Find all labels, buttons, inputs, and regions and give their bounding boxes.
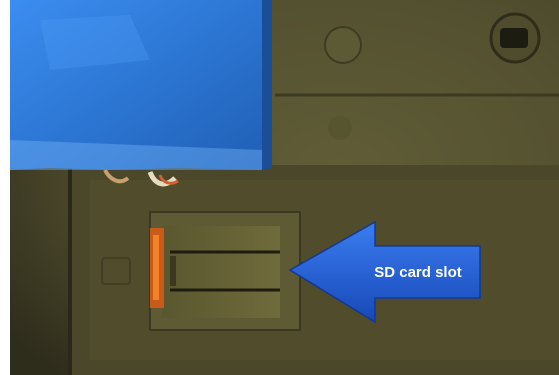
sd-card-highlight bbox=[153, 235, 159, 300]
screw-boss bbox=[324, 26, 362, 64]
device-photo: SD card slot bbox=[10, 0, 559, 375]
pack-side bbox=[262, 0, 272, 170]
callout-label: SD card slot bbox=[374, 264, 462, 281]
bump bbox=[328, 116, 352, 140]
slot-detail bbox=[170, 256, 176, 286]
sd-slot bbox=[162, 226, 280, 318]
photo-frame: SD card slot bbox=[0, 0, 559, 375]
screw-slot bbox=[500, 28, 528, 48]
